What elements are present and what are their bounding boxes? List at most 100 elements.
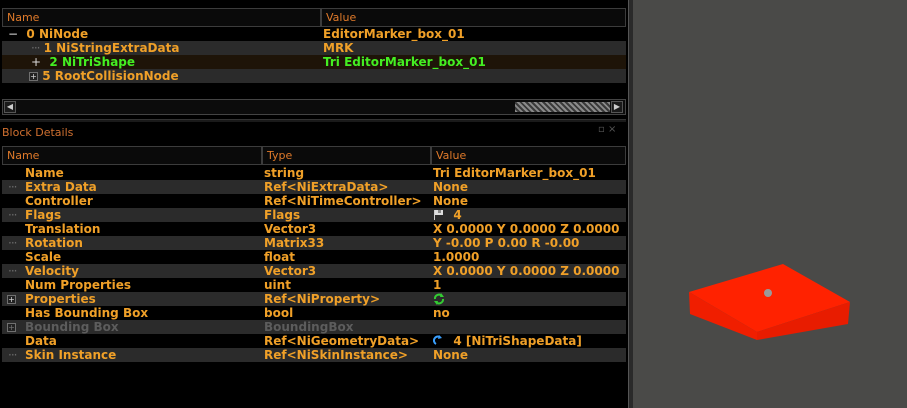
field-type: string bbox=[264, 166, 305, 180]
scroll-left-icon[interactable]: ◀ bbox=[4, 101, 16, 113]
field-value[interactable]: no bbox=[433, 306, 450, 320]
details-header-type[interactable]: Type bbox=[262, 146, 431, 165]
expand-icon: + bbox=[7, 323, 16, 332]
field-name: Controller bbox=[25, 194, 93, 208]
field-type: Ref<NiSkinInstance> bbox=[264, 348, 408, 362]
expand-icon[interactable]: + bbox=[7, 295, 16, 304]
detail-row-velocity[interactable]: ··· Velocity Vector3 X 0.0000 Y 0.0000 Z… bbox=[2, 264, 626, 278]
tree-branch-icon: ··· bbox=[8, 264, 18, 278]
field-type: uint bbox=[264, 278, 291, 292]
field-name: Num Properties bbox=[25, 278, 132, 292]
field-value[interactable]: X 0.0000 Y 0.0000 Z 0.0000 bbox=[433, 264, 619, 278]
tree-row-nitrishape[interactable]: + 2 NiTriShape Tri EditorMarker_box_01 bbox=[2, 55, 626, 69]
field-type: Vector3 bbox=[264, 264, 317, 278]
field-type: Flags bbox=[264, 208, 301, 222]
field-type: bool bbox=[264, 306, 294, 320]
block-details-title: Block Details bbox=[2, 126, 74, 139]
field-value[interactable]: None bbox=[433, 348, 468, 362]
field-type: Matrix33 bbox=[264, 236, 325, 250]
tree-row-name: 0 NiNode bbox=[26, 27, 89, 41]
field-name: Rotation bbox=[25, 236, 83, 250]
field-name: Extra Data bbox=[25, 180, 97, 194]
dock-buttons: ▫ × bbox=[598, 124, 616, 135]
panel-divider[interactable] bbox=[0, 119, 626, 122]
field-value[interactable]: None bbox=[433, 180, 468, 194]
data-ref-value: 4 [NiTriShapeData] bbox=[453, 334, 582, 348]
field-value[interactable]: 4 bbox=[433, 208, 462, 222]
field-value[interactable]: 1 bbox=[433, 278, 441, 292]
field-name: Has Bounding Box bbox=[25, 306, 149, 320]
detail-row-extra-data[interactable]: ··· Extra Data Ref<NiExtraData> None bbox=[2, 180, 626, 194]
tree-row-rootcollisionnode[interactable]: + 5 RootCollisionNode bbox=[2, 69, 626, 83]
scroll-right-icon[interactable]: ▶ bbox=[611, 101, 623, 113]
field-type: Ref<NiTimeController> bbox=[264, 194, 422, 208]
field-value[interactable]: 1.0000 bbox=[433, 250, 479, 264]
detail-row-properties[interactable]: + Properties Ref<NiProperty> bbox=[2, 292, 626, 306]
expand-icon[interactable]: + bbox=[29, 72, 38, 81]
field-name: Translation bbox=[25, 222, 101, 236]
scrollbar-thumb[interactable] bbox=[515, 102, 610, 112]
field-name: Properties bbox=[25, 292, 96, 306]
field-name: Bounding Box bbox=[25, 320, 119, 334]
close-icon[interactable]: × bbox=[608, 124, 616, 135]
tree-row-nistringextradata[interactable]: ··· 1 NiStringExtraData MRK bbox=[2, 41, 626, 55]
field-type: float bbox=[264, 250, 295, 264]
tree-branch-icon: ··· bbox=[8, 180, 18, 194]
detail-row-name[interactable]: Name string Tri EditorMarker_box_01 bbox=[2, 166, 626, 180]
field-name: Name bbox=[25, 166, 64, 180]
field-value[interactable]: 4 [NiTriShapeData] bbox=[433, 334, 582, 348]
detail-row-rotation[interactable]: ··· Rotation Matrix33 Y -0.00 P 0.00 R -… bbox=[2, 236, 626, 250]
3d-viewport[interactable] bbox=[633, 0, 907, 408]
collapse-icon[interactable]: − bbox=[8, 27, 18, 41]
field-name: Skin Instance bbox=[25, 348, 117, 362]
tree-row-value: EditorMarker_box_01 bbox=[323, 27, 465, 41]
field-value[interactable]: Y -0.00 P 0.00 R -0.00 bbox=[433, 236, 579, 250]
tree-row-name: 2 NiTriShape bbox=[49, 55, 136, 69]
detail-row-flags[interactable]: ··· Flags Flags 4 bbox=[2, 208, 626, 222]
detail-row-num-properties[interactable]: Num Properties uint 1 bbox=[2, 278, 626, 292]
flag-icon[interactable] bbox=[433, 209, 445, 220]
details-header-name[interactable]: Name bbox=[2, 146, 262, 165]
tree-branch-icon: ··· bbox=[8, 208, 18, 222]
link-icon[interactable] bbox=[433, 335, 445, 347]
field-type: Vector3 bbox=[264, 222, 317, 236]
field-name: Velocity bbox=[25, 264, 79, 278]
detail-row-skin-instance[interactable]: ··· Skin Instance Ref<NiSkinInstance> No… bbox=[2, 348, 626, 362]
object-origin-marker bbox=[764, 289, 772, 297]
tree-row-value: Tri EditorMarker_box_01 bbox=[323, 55, 486, 69]
field-name: Data bbox=[25, 334, 57, 348]
tree-branch-icon: ··· bbox=[31, 41, 41, 55]
detail-row-controller[interactable]: Controller Ref<NiTimeController> None bbox=[2, 194, 626, 208]
tree-branch-icon: ··· bbox=[8, 348, 18, 362]
tree-header-name[interactable]: Name bbox=[2, 8, 321, 27]
detail-row-scale[interactable]: Scale float 1.0000 bbox=[2, 250, 626, 264]
details-header-value[interactable]: Value bbox=[431, 146, 626, 165]
left-panel: Name Value − 0 NiNode EditorMarker_box_0… bbox=[0, 0, 628, 408]
field-type: BoundingBox bbox=[264, 320, 354, 334]
detail-row-bounding-box: + Bounding Box BoundingBox bbox=[2, 320, 626, 334]
refresh-icon[interactable] bbox=[433, 293, 445, 305]
field-name: Flags bbox=[25, 208, 62, 222]
detail-row-has-bounding-box[interactable]: Has Bounding Box bool no bbox=[2, 306, 626, 320]
field-value[interactable]: Tri EditorMarker_box_01 bbox=[433, 166, 596, 180]
tree-row-name: 1 NiStringExtraData bbox=[43, 41, 180, 55]
tree-row-name: 5 RootCollisionNode bbox=[42, 69, 179, 83]
field-value[interactable]: X 0.0000 Y 0.0000 Z 0.0000 bbox=[433, 222, 619, 236]
tree-horizontal-scrollbar[interactable]: ◀ ▶ bbox=[2, 99, 626, 115]
field-name: Scale bbox=[25, 250, 62, 264]
detail-row-translation[interactable]: Translation Vector3 X 0.0000 Y 0.0000 Z … bbox=[2, 222, 626, 236]
tree-row-ninode[interactable]: − 0 NiNode EditorMarker_box_01 bbox=[2, 27, 626, 41]
field-value[interactable]: None bbox=[433, 194, 468, 208]
field-type: Ref<NiProperty> bbox=[264, 292, 381, 306]
flags-value: 4 bbox=[453, 208, 462, 222]
float-icon[interactable]: ▫ bbox=[598, 124, 605, 135]
expand-icon[interactable]: + bbox=[31, 55, 41, 69]
viewport-scene bbox=[689, 264, 850, 340]
detail-row-data[interactable]: Data Ref<NiGeometryData> 4 [NiTriShapeDa… bbox=[2, 334, 626, 348]
field-type: Ref<NiGeometryData> bbox=[264, 334, 420, 348]
tree-branch-icon: ··· bbox=[8, 236, 18, 250]
field-type: Ref<NiExtraData> bbox=[264, 180, 389, 194]
tree-header-value[interactable]: Value bbox=[321, 8, 626, 27]
field-value[interactable] bbox=[433, 292, 445, 306]
tree-row-value: MRK bbox=[323, 41, 354, 55]
